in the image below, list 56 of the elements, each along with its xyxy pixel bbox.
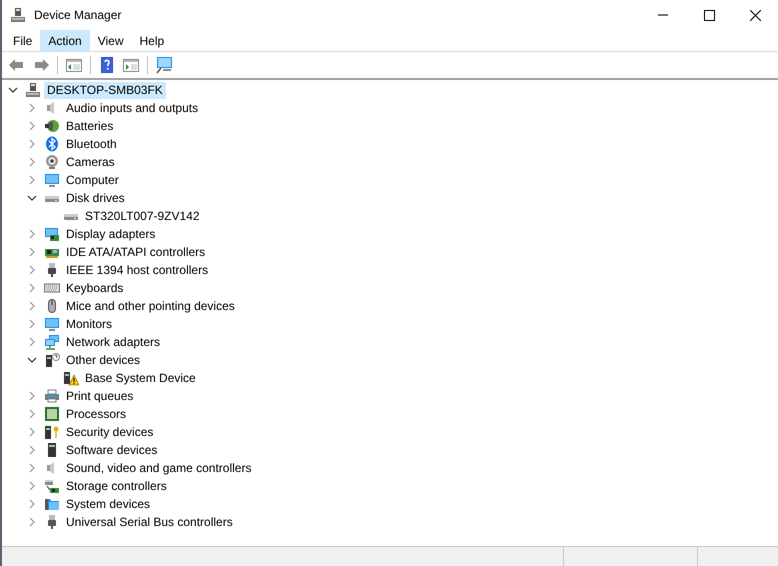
menu-item[interactable]: View [90,30,132,51]
menu-item[interactable]: Action [40,30,90,51]
tree-item[interactable]: Security devices [63,424,156,440]
tree-item[interactable]: Processors [63,406,130,422]
warning-device-icon [63,370,79,386]
tree-item[interactable]: Computer [63,172,122,188]
tree-item[interactable]: System devices [63,496,154,512]
tree-item[interactable]: IDE ATA/ATAPI controllers [63,244,208,260]
tree-item[interactable]: Audio inputs and outputs [63,100,202,116]
printer-icon [44,388,60,404]
collapse-chevron-icon[interactable] [25,193,39,203]
tree-item[interactable]: Display adapters [63,226,158,242]
folder-monitor-icon [44,496,60,512]
battery-icon [44,118,60,134]
tree-item[interactable]: Software devices [63,442,160,458]
tree-item[interactable]: Other devices [63,352,144,368]
tree-item[interactable]: Universal Serial Bus controllers [63,514,236,530]
tree-item[interactable]: Base System Device [82,370,199,386]
tree-item[interactable]: Cameras [63,154,118,170]
monitor-scan-icon [155,56,173,74]
tree-item[interactable]: Storage controllers [63,478,170,494]
tree-item[interactable]: Batteries [63,118,116,134]
tree-item[interactable]: IEEE 1394 host controllers [63,262,212,278]
tower-key-icon [44,424,60,440]
tree-item[interactable]: Mice and other pointing devices [63,298,238,314]
tree-item[interactable]: Sound, video and game controllers [63,460,254,476]
computer-icon [25,82,41,98]
display-card-icon [44,226,60,242]
tree-item[interactable]: Keyboards [63,280,126,296]
unknown-device-icon [44,352,60,368]
forward-arrow-icon [32,56,50,74]
app-icon [10,7,26,23]
menu-item[interactable]: File [5,30,40,51]
tree-item[interactable]: ST320LT007-9ZV142 [82,208,203,224]
tree-item[interactable]: Print queues [63,388,136,404]
window-panel-icon [122,56,140,74]
tree-item[interactable]: Bluetooth [63,136,120,152]
tree-item[interactable]: DESKTOP-SMB03FK [44,82,166,98]
tree-item[interactable]: Monitors [63,316,116,332]
window-panel-icon [65,56,83,74]
window-title: Device Manager [34,7,122,24]
bluetooth-icon [44,136,60,152]
help-icon [98,56,116,74]
monitor-icon [44,172,60,188]
processor-chip-icon [44,406,60,422]
maximize-icon [704,10,714,20]
network-icon [44,334,60,350]
tree-item[interactable]: Network adapters [63,334,164,350]
collapse-chevron-icon[interactable] [25,355,39,365]
close-icon [750,10,760,20]
menu-item[interactable]: Help [132,30,172,51]
monitor-icon [44,316,60,332]
storage-controller-icon [44,478,60,494]
webcam-icon [44,154,60,170]
collapse-chevron-icon[interactable] [6,85,20,95]
tree-item[interactable]: Disk drives [63,190,128,206]
